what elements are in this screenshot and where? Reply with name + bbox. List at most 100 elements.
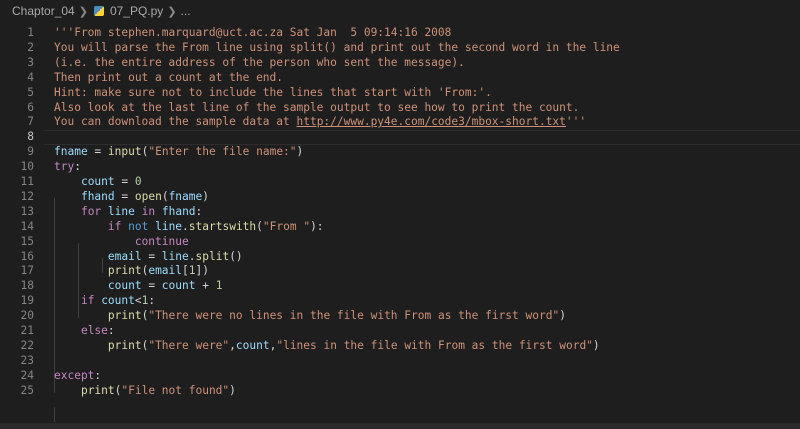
code-text: '''From stephen.marquard@uct.ac.za Sat J… bbox=[54, 26, 451, 41]
code-token: "Enter the file name:" bbox=[148, 145, 297, 159]
code-line[interactable]: 13 for line in fhand: bbox=[0, 205, 800, 220]
code-line[interactable]: 6 Also look at the last line of the sampl… bbox=[0, 101, 800, 116]
code-line[interactable]: 23 bbox=[0, 354, 800, 369]
line-number: 8 bbox=[27, 130, 34, 144]
code-line[interactable]: 17 print(email[1]) bbox=[0, 264, 800, 279]
code-token: ) bbox=[229, 383, 236, 397]
code-line[interactable]: 5 Hint: make sure not to include the line… bbox=[0, 86, 800, 101]
code-token: "From " bbox=[262, 219, 311, 233]
code-line[interactable]: 14 if not line.startswith("From "): bbox=[0, 220, 800, 235]
code-token: in bbox=[141, 204, 156, 218]
code-line[interactable]: 7 You can download the sample data at htt… bbox=[0, 115, 800, 130]
code-token: split bbox=[195, 249, 230, 263]
code-line[interactable]: 15 continue bbox=[0, 235, 800, 250]
breadcrumb-more[interactable]: ... bbox=[181, 4, 191, 18]
code-line[interactable]: 4 Then print out a count at the end. bbox=[0, 71, 800, 86]
line-number: 19 bbox=[20, 294, 34, 308]
line-number: 16 bbox=[20, 249, 34, 263]
line-number: 9 bbox=[27, 145, 34, 159]
code-line[interactable]: 19 if count<1: bbox=[0, 294, 800, 309]
code-line[interactable]: 24 except: bbox=[0, 369, 800, 384]
code-text: try: bbox=[54, 160, 81, 175]
code-text: email = line.split() bbox=[54, 250, 243, 265]
line-number: 15 bbox=[20, 234, 34, 248]
code-token[interactable]: http://www.py4e.com/code3/mbox-short.txt bbox=[296, 115, 565, 128]
code-token: else bbox=[80, 324, 108, 337]
code-token: 0 bbox=[134, 175, 142, 188]
code-token: : bbox=[107, 324, 115, 337]
code-line[interactable]: 9 fname = input("Enter the file name:") bbox=[0, 145, 800, 160]
chevron-right-icon: ❯ bbox=[78, 5, 88, 18]
line-number: 6 bbox=[27, 100, 34, 114]
code-token: : bbox=[74, 160, 81, 174]
code-token: fhand bbox=[80, 189, 115, 203]
code-line[interactable]: 20 print("There were no lines in the fil… bbox=[0, 309, 800, 324]
code-token: count bbox=[101, 294, 135, 308]
code-token: [ bbox=[182, 264, 189, 278]
code-line[interactable]: 18 count = count + 1 bbox=[0, 279, 800, 294]
line-number: 11 bbox=[20, 175, 34, 188]
code-token: "File not found" bbox=[121, 383, 230, 397]
code-token: Also look at the last line of the sample… bbox=[54, 100, 580, 114]
code-token: : bbox=[94, 368, 102, 382]
code-line[interactable]: 12 fhand = open(fname) bbox=[0, 190, 800, 205]
code-line[interactable]: 2 You will parse the From line using spli… bbox=[0, 41, 800, 56]
code-token: not bbox=[128, 219, 149, 233]
code-token: ) bbox=[202, 189, 209, 203]
code-token: continue bbox=[134, 234, 189, 248]
code-token: print bbox=[80, 383, 115, 397]
chevron-right-icon: ❯ bbox=[167, 5, 177, 18]
code-line[interactable]: 3 (i.e. the entire address of the person … bbox=[0, 56, 800, 71]
code-text: fname = input("Enter the file name:") bbox=[54, 145, 303, 160]
breadcrumb-file[interactable]: 07_PQ.py bbox=[110, 4, 163, 18]
code-text: Hint: make sure not to include the lines… bbox=[54, 86, 492, 101]
code-line[interactable]: 22 print("There were",count,"lines in th… bbox=[0, 339, 800, 354]
code-line[interactable]: 25 print("File not found") bbox=[0, 384, 800, 399]
code-token: count bbox=[107, 279, 142, 293]
code-text: except: bbox=[54, 369, 101, 384]
code-token: fhand bbox=[161, 204, 196, 218]
code-token: You can download the sample data at bbox=[54, 115, 297, 129]
code-token: line bbox=[107, 204, 135, 218]
code-line[interactable]: 10 try: bbox=[0, 160, 800, 175]
code-line[interactable]: 16 email = line.split() bbox=[0, 250, 800, 265]
breadcrumb-folder[interactable]: Chaptor_04 bbox=[12, 4, 75, 18]
code-token: open bbox=[134, 189, 162, 203]
code-text: count = count + 1 bbox=[54, 279, 223, 294]
code-text: if count<1: bbox=[54, 294, 155, 309]
code-text: Also look at the last line of the sample… bbox=[54, 101, 579, 116]
code-text: else: bbox=[54, 324, 115, 339]
code-token: "lines in the file with From as the firs… bbox=[276, 338, 593, 352]
code-editor[interactable]: 1 '''From stephen.marquard@uct.ac.za Sat … bbox=[0, 22, 800, 429]
code-line[interactable]: 8 bbox=[0, 130, 800, 146]
code-token: email bbox=[107, 249, 142, 263]
line-number: 2 bbox=[27, 40, 34, 54]
code-line[interactable]: 11 count = 0 bbox=[0, 175, 800, 190]
code-token: : bbox=[195, 204, 203, 218]
line-number: 21 bbox=[20, 324, 34, 337]
horizontal-scrollbar[interactable] bbox=[0, 423, 800, 429]
code-text: You can download the sample data at http… bbox=[54, 115, 586, 130]
code-text: You will parse the From line using split… bbox=[54, 41, 620, 56]
code-token: = bbox=[141, 249, 162, 263]
code-token: 1 bbox=[215, 279, 223, 293]
code-token: (i.e. the entire address of the person w… bbox=[54, 55, 465, 69]
code-token: = bbox=[141, 279, 162, 293]
code-line[interactable]: 21 else: bbox=[0, 324, 800, 339]
code-line[interactable]: 1 '''From stephen.marquard@uct.ac.za Sat … bbox=[0, 26, 800, 41]
line-number: 4 bbox=[27, 70, 34, 84]
code-token: : bbox=[148, 294, 156, 308]
breadcrumb: Chaptor_04 ❯ 07_PQ.py ❯ ... bbox=[0, 0, 800, 22]
python-file-icon bbox=[93, 6, 104, 16]
line-number: 14 bbox=[20, 219, 34, 233]
code-text: print(email[1]) bbox=[54, 264, 209, 279]
